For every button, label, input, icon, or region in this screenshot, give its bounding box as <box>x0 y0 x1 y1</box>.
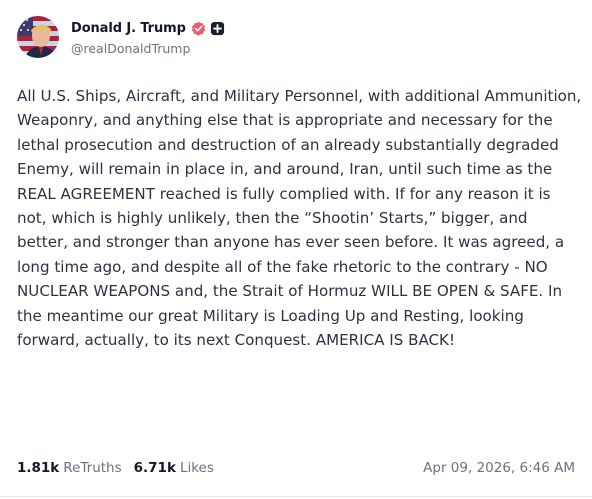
post-timestamp[interactable]: Apr 09, 2026, 6:46 AM <box>423 460 575 476</box>
retruths-label: ReTruths <box>63 460 122 476</box>
likes-stat[interactable]: 6.71k Likes <box>134 460 214 476</box>
retruths-stat[interactable]: 1.81k ReTruths <box>17 460 122 476</box>
name-row: Donald J. Trump <box>71 18 225 38</box>
avatar-image <box>17 16 59 58</box>
post-body-text: All U.S. Ships, Aircraft, and Military P… <box>17 87 582 350</box>
divider <box>0 496 592 497</box>
plus-badge-icon <box>210 21 225 36</box>
verified-badge-icon <box>191 21 206 36</box>
author-identity: Donald J. Trump @realDonaldTrump <box>71 18 225 56</box>
post-footer: 1.81k ReTruths 6.71k Likes Apr 09, 2026,… <box>17 458 575 478</box>
avatar[interactable] <box>17 16 59 58</box>
retruths-count: 1.81k <box>17 460 60 476</box>
user-handle[interactable]: @realDonaldTrump <box>71 41 225 56</box>
post-header: Donald J. Trump @realDonaldTrump <box>17 15 225 59</box>
display-name[interactable]: Donald J. Trump <box>71 21 186 36</box>
post-card: Donald J. Trump @realDonaldTrump All U.S… <box>0 0 592 499</box>
likes-label: Likes <box>179 460 214 476</box>
likes-count: 6.71k <box>133 460 176 476</box>
